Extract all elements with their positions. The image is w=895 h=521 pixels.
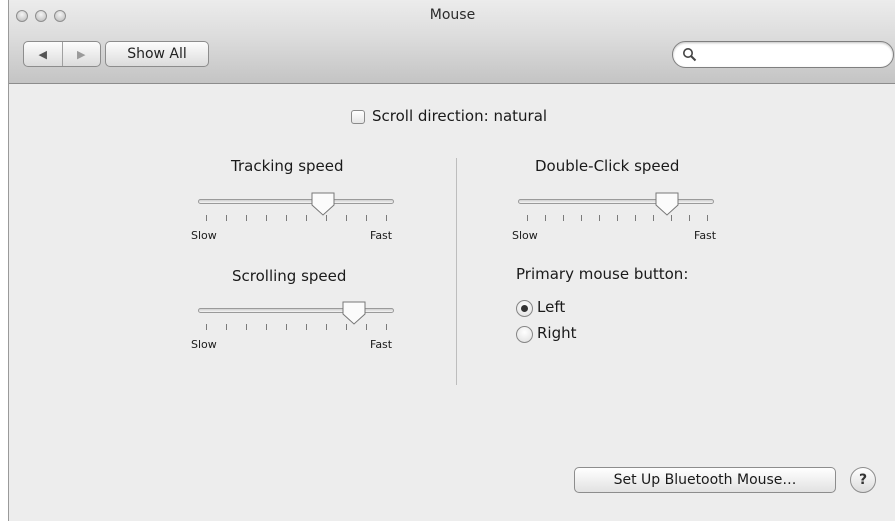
slider-tick bbox=[689, 215, 690, 221]
slider-tick bbox=[266, 215, 267, 221]
help-button[interactable]: ? bbox=[850, 467, 876, 493]
tracking-fast-label: Fast bbox=[370, 229, 393, 242]
slider-tick bbox=[226, 324, 227, 330]
slider-tick bbox=[326, 324, 327, 330]
slider-tick bbox=[246, 324, 247, 330]
slider-tick bbox=[226, 215, 227, 221]
slider-tick bbox=[306, 324, 307, 330]
scrolling-fast-label: Fast bbox=[370, 338, 393, 351]
back-button[interactable]: ◀ bbox=[24, 42, 62, 66]
slider-tick bbox=[617, 215, 618, 221]
slider-tick bbox=[346, 215, 347, 221]
slider-tick bbox=[286, 215, 287, 221]
slider-tick bbox=[286, 324, 287, 330]
double-click-speed-label: Double-Click speed bbox=[535, 157, 680, 175]
slider-tick bbox=[206, 324, 207, 330]
slider-tick bbox=[563, 215, 564, 221]
radio-left[interactable] bbox=[516, 300, 533, 317]
slider-tick bbox=[306, 215, 307, 221]
slider-tick bbox=[366, 215, 367, 221]
tracking-speed-ticks bbox=[206, 215, 387, 223]
tracking-speed-thumb[interactable] bbox=[310, 191, 336, 217]
set-up-bluetooth-mouse-button[interactable]: Set Up Bluetooth Mouse… bbox=[574, 467, 836, 493]
show-all-button[interactable]: Show All bbox=[105, 41, 209, 67]
double-click-speed-slider[interactable] bbox=[518, 199, 714, 204]
tracking-speed-label: Tracking speed bbox=[231, 157, 344, 175]
slider-tick bbox=[599, 215, 600, 221]
tracking-speed-slider[interactable] bbox=[198, 199, 394, 204]
slider-tick bbox=[206, 215, 207, 221]
slider-tick bbox=[635, 215, 636, 221]
tracking-slow-label: Slow bbox=[191, 229, 217, 242]
slider-tick bbox=[527, 215, 528, 221]
radio-right[interactable] bbox=[516, 326, 533, 343]
slider-tick bbox=[545, 215, 546, 221]
title-bar: Mouse ◀ ▶ Show All bbox=[9, 0, 895, 84]
scrolling-speed-label: Scrolling speed bbox=[232, 267, 347, 285]
radio-right-label[interactable]: Right bbox=[537, 324, 577, 342]
radio-left-label[interactable]: Left bbox=[537, 298, 565, 316]
search-box[interactable] bbox=[672, 41, 894, 68]
double-click-speed-thumb[interactable] bbox=[654, 191, 680, 217]
scrolling-speed-thumb[interactable] bbox=[341, 300, 367, 326]
slider-tick bbox=[386, 215, 387, 221]
search-icon bbox=[683, 48, 697, 62]
slider-tick bbox=[707, 215, 708, 221]
window-title: Mouse bbox=[429, 7, 476, 23]
back-forward-control: ◀ ▶ bbox=[23, 41, 101, 67]
column-divider bbox=[456, 158, 457, 385]
search-input[interactable] bbox=[701, 45, 885, 65]
double-click-slow-label: Slow bbox=[512, 229, 538, 242]
scroll-direction-checkbox[interactable] bbox=[351, 110, 365, 124]
double-click-fast-label: Fast bbox=[694, 229, 717, 242]
forward-button[interactable]: ▶ bbox=[61, 42, 101, 66]
back-arrow-icon: ◀ bbox=[38, 47, 47, 61]
slider-tick bbox=[386, 324, 387, 330]
slider-tick bbox=[266, 324, 267, 330]
slider-tick bbox=[246, 215, 247, 221]
scroll-direction-label: Scroll direction: natural bbox=[372, 107, 548, 125]
forward-arrow-icon: ▶ bbox=[77, 47, 86, 61]
scrolling-slow-label: Slow bbox=[191, 338, 217, 351]
radio-selected-dot bbox=[521, 305, 528, 312]
preferences-window: Mouse ◀ ▶ Show All Scroll direction: nat… bbox=[8, 0, 895, 521]
primary-mouse-button-label: Primary mouse button: bbox=[516, 265, 689, 283]
slider-tick bbox=[581, 215, 582, 221]
